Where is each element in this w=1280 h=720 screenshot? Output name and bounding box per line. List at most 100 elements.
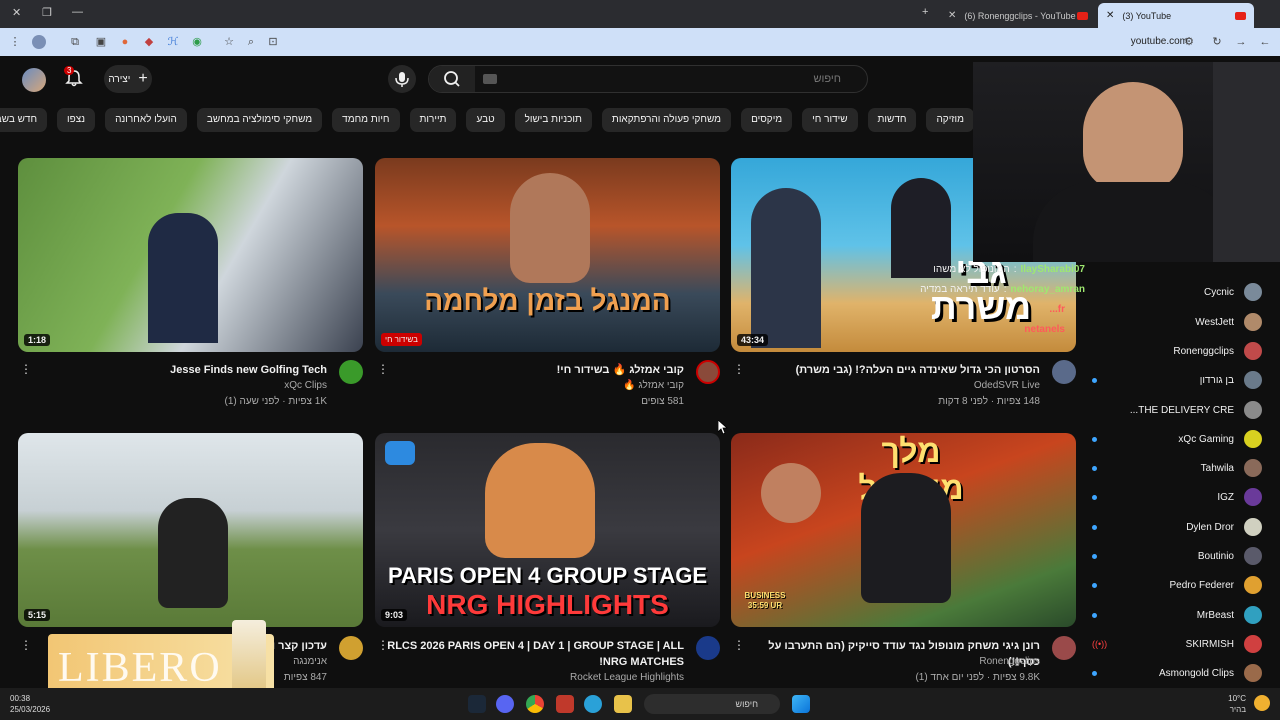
search-input[interactable] xyxy=(541,73,841,85)
chip-music[interactable]: מוזיקה xyxy=(926,108,974,132)
windows-taskbar: 00:38 25/03/2026 חיפוש 10°C בהיר xyxy=(0,688,1280,720)
channel-name[interactable]: OdedSVR Live xyxy=(974,380,1040,391)
zoom-icon[interactable]: ⌕ xyxy=(244,35,258,49)
more-options-icon[interactable]: ⋮ xyxy=(733,362,745,376)
sidebar-item-subscription[interactable]: xQc Gaming xyxy=(1092,428,1262,450)
install-app-icon[interactable]: ⊡ xyxy=(266,35,280,49)
close-window-icon[interactable]: ✕ xyxy=(12,6,21,19)
sidebar-item-subscription[interactable]: Pedro Federer xyxy=(1092,574,1262,596)
chip-nature[interactable]: טבע xyxy=(466,108,505,132)
sidebar-item-subscription[interactable]: THE DELIVERY CRE... xyxy=(1092,399,1262,421)
create-button[interactable]: יצירה + xyxy=(104,65,152,93)
profile-icon[interactable] xyxy=(32,35,46,49)
channel-name[interactable]: קובי אמזלג 🔥 xyxy=(623,380,684,391)
sidebar-item-subscription[interactable]: Asmongold Clips xyxy=(1092,662,1262,684)
video-thumbnail[interactable]: המנגל בזמן מלחמה בשידור חי xyxy=(375,158,720,352)
video-title[interactable]: קובי אמזלג 🔥 בשידור חי! xyxy=(384,362,684,378)
more-options-icon[interactable]: ⋮ xyxy=(377,362,389,376)
chip-live[interactable]: שידור חי xyxy=(802,108,858,132)
translate-icon[interactable]: ℋ xyxy=(166,35,180,49)
channel-avatar[interactable] xyxy=(1052,636,1076,660)
channel-avatar[interactable] xyxy=(1052,360,1076,384)
avatar[interactable] xyxy=(22,68,46,92)
voice-search-button[interactable] xyxy=(388,65,416,93)
chat-text: המונופול לא משהו xyxy=(933,264,1010,275)
channel-avatar[interactable] xyxy=(339,360,363,384)
steam-icon[interactable] xyxy=(468,695,486,713)
file-explorer-icon[interactable] xyxy=(614,695,632,713)
new-content-dot xyxy=(1092,612,1097,618)
address-bar[interactable]: youtube.com xyxy=(1131,36,1188,47)
video-stats: 1K צפיות · לפני שעה (1) xyxy=(224,396,328,407)
video-thumbnail[interactable]: 1:18 xyxy=(18,158,363,352)
chip-pets[interactable]: חיות מחמד xyxy=(332,108,400,132)
chip-cooking[interactable]: תוכניות בישול xyxy=(514,108,592,132)
sidebar-item-subscription[interactable]: בן גורדון xyxy=(1092,369,1262,391)
extension-icon[interactable]: ◉ xyxy=(190,35,204,49)
extensions-icon[interactable]: ⧉ xyxy=(68,35,82,49)
more-options-icon[interactable]: ⋮ xyxy=(20,638,32,652)
video-thumbnail[interactable]: 5:15 xyxy=(18,433,363,627)
duration-badge: 5:15 xyxy=(24,609,51,621)
extension-icon[interactable]: ◆ xyxy=(142,35,156,49)
forward-icon[interactable]: → xyxy=(1234,35,1248,49)
sidebar-item-subscription[interactable]: Ronenggclips xyxy=(1092,340,1262,362)
system-clock[interactable]: 00:38 25/03/2026 xyxy=(10,693,50,715)
tab-ronenggclips[interactable]: ✕ (6) Ronenggclips - YouTube xyxy=(940,3,1096,28)
more-options-icon[interactable]: ⋮ xyxy=(377,638,389,652)
restore-window-icon[interactable]: ❐ xyxy=(42,6,52,19)
chip-simulation[interactable]: משחקי סימולציה במחשב xyxy=(196,108,323,132)
search-button[interactable] xyxy=(429,66,475,92)
subscription-name: IGZ xyxy=(1217,491,1234,503)
chip-recent[interactable]: הועלו לאחרונה xyxy=(105,108,187,132)
channel-name[interactable]: אנימנגה xyxy=(293,656,327,667)
channel-avatar[interactable] xyxy=(696,360,720,384)
more-options-icon[interactable]: ⋮ xyxy=(733,638,745,652)
chat-text: עודד תיראה במדיה xyxy=(920,284,1000,295)
new-tab-icon[interactable]: + xyxy=(922,6,928,18)
menu-dots-icon[interactable]: ⋮ xyxy=(8,35,22,49)
close-tab-icon[interactable]: ✕ xyxy=(948,10,956,21)
app-icon[interactable] xyxy=(556,695,574,713)
windows-start-icon[interactable] xyxy=(792,695,810,713)
telegram-icon[interactable] xyxy=(584,695,602,713)
chip-action-games[interactable]: משחקי פעולה והרפתקאות xyxy=(601,108,732,132)
sidebar-item-subscription[interactable]: MrBeast xyxy=(1092,604,1262,626)
close-tab-icon[interactable]: ✕ xyxy=(1106,10,1114,21)
chip-tourism[interactable]: תיירות xyxy=(409,108,457,132)
chip-mixes[interactable]: מיקסים xyxy=(741,108,793,132)
video-thumbnail[interactable]: PARIS OPEN 4 GROUP STAGE NRG HIGHLIGHTS … xyxy=(375,433,720,627)
channel-avatar[interactable] xyxy=(339,636,363,660)
extension-icon[interactable]: ● xyxy=(118,35,132,49)
site-settings-icon[interactable]: ⚙ xyxy=(1182,35,1196,49)
back-icon[interactable]: ← xyxy=(1258,35,1272,49)
sidebar-item-subscription[interactable]: Dylen Dror xyxy=(1092,516,1262,538)
minimize-window-icon[interactable]: — xyxy=(72,6,83,18)
tab-youtube[interactable]: ✕ (3) YouTube xyxy=(1098,3,1254,28)
chip-watched[interactable]: נצפו xyxy=(57,108,96,132)
channel-name[interactable]: Ronenggclips xyxy=(979,656,1040,667)
video-title[interactable]: Jesse Finds new Golfing Tech xyxy=(27,362,327,378)
video-title[interactable]: RLCS 2026 PARIS OPEN 4 | DAY 1 | GROUP S… xyxy=(384,638,684,670)
video-thumbnail[interactable]: מלך מונופול BUSINESS 35:59 UR xyxy=(731,433,1076,627)
taskbar-search[interactable]: חיפוש xyxy=(644,694,780,714)
channel-avatar[interactable] xyxy=(696,636,720,660)
sidebar-item-subscription[interactable]: Boutinio xyxy=(1092,545,1262,567)
channel-name[interactable]: Rocket League Highlights xyxy=(570,672,684,683)
discord-icon[interactable] xyxy=(496,695,514,713)
sidebar-item-subscription[interactable]: Tahwila xyxy=(1092,457,1262,479)
avatar xyxy=(1244,342,1262,360)
weather-widget[interactable]: 10°C בהיר xyxy=(1228,693,1246,715)
reload-icon[interactable]: ↻ xyxy=(1210,35,1224,49)
sidebar-item-subscription[interactable]: SKIRMISH ((•)) xyxy=(1092,633,1262,655)
chrome-icon[interactable] xyxy=(526,695,544,713)
chip-new-for-you[interactable]: חדש בשבילך xyxy=(0,108,48,132)
extension-icon[interactable]: ▣ xyxy=(94,35,108,49)
keyboard-icon[interactable] xyxy=(483,74,497,84)
bookmark-star-icon[interactable]: ☆ xyxy=(222,35,236,49)
video-title[interactable]: הסרטון הכי גדול שאינדה גיים העלה?! (גבי … xyxy=(740,362,1040,378)
channel-name[interactable]: xQc Clips xyxy=(284,380,327,391)
more-options-icon[interactable]: ⋮ xyxy=(20,362,32,376)
chip-news[interactable]: חדשות xyxy=(867,108,917,132)
sidebar-item-subscription[interactable]: IGZ xyxy=(1092,486,1262,508)
